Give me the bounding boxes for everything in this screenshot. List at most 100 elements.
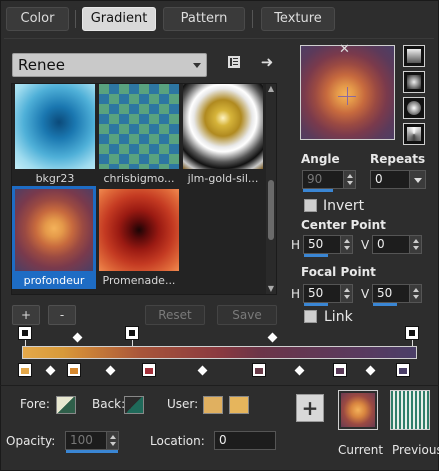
preset-category-dropdown[interactable]: Renee	[12, 53, 207, 77]
focal-point-label: Focal Point	[301, 265, 376, 279]
color-stop[interactable]	[67, 363, 81, 377]
gallery-caption: jlm-gold-sil...	[187, 172, 259, 185]
location-value: 0	[219, 433, 227, 447]
back-label: Back:	[92, 397, 126, 411]
location-field[interactable]: 0	[214, 431, 276, 450]
back-swatch[interactable]	[124, 396, 144, 414]
tab-separator	[75, 10, 76, 28]
scrollbar-thumb[interactable]	[268, 180, 274, 240]
fore-label: Fore:	[20, 397, 50, 411]
user-swatch-1[interactable]	[203, 396, 223, 414]
tab-texture[interactable]: Texture	[261, 7, 335, 31]
opacity-value: 100	[70, 433, 93, 447]
repeats-dropdown[interactable]: 0	[370, 170, 426, 189]
color-stop[interactable]	[396, 363, 410, 377]
center-h-field[interactable]: 50	[303, 235, 353, 257]
save-button[interactable]: Save	[217, 305, 277, 325]
angle-slider[interactable]	[303, 189, 333, 192]
spin-arrows-icon[interactable]	[343, 171, 355, 188]
tab-separator	[252, 10, 253, 28]
center-v-field[interactable]: 0	[372, 235, 422, 254]
focal-h-slider[interactable]	[304, 303, 328, 306]
opacity-label: Opacity:	[6, 434, 56, 448]
radial-style-icon[interactable]	[403, 97, 425, 119]
reset-button[interactable]: Reset	[145, 305, 205, 325]
scroll-up-icon[interactable]: ▲	[266, 84, 276, 94]
location-label: Location:	[150, 434, 205, 448]
opacity-stop[interactable]	[18, 326, 32, 340]
preset-category-value: Renee	[18, 56, 65, 74]
center-marker-icon[interactable]: ✕	[339, 43, 350, 56]
center-h-label: H	[291, 238, 301, 252]
color-stop[interactable]	[142, 363, 156, 377]
gallery-item-bkgr23[interactable]: bkgr23	[15, 84, 95, 187]
angle-field[interactable]: 90	[302, 170, 356, 192]
spin-arrows-icon[interactable]	[409, 236, 421, 253]
color-stop[interactable]	[252, 363, 266, 377]
previous-gradient-swatch[interactable]	[390, 390, 430, 430]
fore-swatch[interactable]	[56, 396, 76, 414]
opacity-stop[interactable]	[405, 326, 419, 340]
chevron-down-icon	[409, 171, 425, 188]
color-stop[interactable]	[333, 363, 347, 377]
opacity-field[interactable]: 100	[65, 431, 119, 453]
focal-h-value: 50	[308, 286, 324, 300]
current-label: Current	[338, 443, 384, 457]
invert-checkbox[interactable]	[304, 199, 317, 212]
center-point-label: Center Point	[301, 218, 386, 232]
user-label: User:	[167, 397, 199, 411]
gallery-item-jlm-gold-sil[interactable]: jlm-gold-sil...	[183, 84, 263, 187]
bottom-divider	[0, 385, 439, 386]
chevron-down-icon	[193, 63, 201, 68]
gradient-thumbnail	[99, 189, 179, 271]
gallery-item-promenade[interactable]: Promenade...	[99, 186, 179, 289]
rectangular-style-icon[interactable]	[403, 71, 425, 93]
tab-color[interactable]: Color	[6, 7, 69, 31]
gallery-item-profondeur[interactable]: profondeur	[12, 186, 96, 289]
opacity-stop[interactable]	[125, 326, 139, 340]
panel-divider	[4, 38, 434, 39]
link-label: Link	[324, 309, 353, 325]
gradient-thumbnail	[15, 189, 93, 271]
library-icon[interactable]	[224, 54, 244, 74]
current-gradient-swatch[interactable]	[338, 390, 378, 430]
linear-style-icon[interactable]	[403, 45, 425, 67]
gradient-gallery: bkgr23 chrisbigmo... jlm-gold-sil... pro…	[11, 83, 277, 295]
focal-v-label: V	[361, 287, 370, 301]
scroll-down-icon[interactable]: ▼	[266, 284, 276, 294]
add-stop-button[interactable]: +	[12, 305, 40, 325]
tab-gradient[interactable]: Gradient	[82, 7, 156, 31]
focal-h-field[interactable]: 50	[303, 284, 353, 306]
gradient-bar[interactable]	[22, 346, 417, 359]
repeats-value: 0	[375, 172, 383, 186]
focal-crosshair	[347, 87, 348, 105]
focal-h-label: H	[291, 287, 301, 301]
spin-arrows-icon[interactable]	[340, 285, 352, 302]
spin-arrows-icon[interactable]	[340, 236, 352, 253]
previous-label: Previous	[392, 443, 439, 457]
gallery-caption: chrisbigmo...	[103, 172, 175, 185]
arrow-right-icon[interactable]: ➜	[257, 52, 277, 72]
gradient-thumbnail	[15, 84, 95, 169]
center-h-value: 50	[308, 237, 324, 251]
invert-label: Invert	[323, 198, 365, 214]
tab-pattern[interactable]: Pattern	[163, 7, 245, 31]
focal-v-slider[interactable]	[373, 303, 397, 306]
opacity-slider[interactable]	[66, 450, 118, 453]
sunburst-style-icon[interactable]	[403, 123, 425, 145]
user-swatch-2[interactable]	[229, 396, 249, 414]
gallery-item-chrisbigmo[interactable]: chrisbigmo...	[99, 84, 179, 187]
add-swatch-button[interactable]: +	[296, 394, 324, 422]
angle-label: Angle	[301, 152, 340, 166]
center-h-slider[interactable]	[304, 254, 328, 257]
spin-arrows-icon[interactable]	[106, 432, 118, 449]
color-stop[interactable]	[18, 363, 32, 377]
spin-arrows-icon[interactable]	[409, 285, 421, 302]
gallery-caption: bkgr23	[35, 172, 75, 185]
gallery-caption: Promenade...	[102, 274, 176, 287]
link-checkbox[interactable]	[304, 310, 317, 323]
repeats-label: Repeats	[370, 152, 426, 166]
remove-stop-button[interactable]: -	[48, 305, 76, 325]
focal-v-value: 50	[377, 286, 393, 300]
focal-v-field[interactable]: 50	[372, 284, 422, 306]
